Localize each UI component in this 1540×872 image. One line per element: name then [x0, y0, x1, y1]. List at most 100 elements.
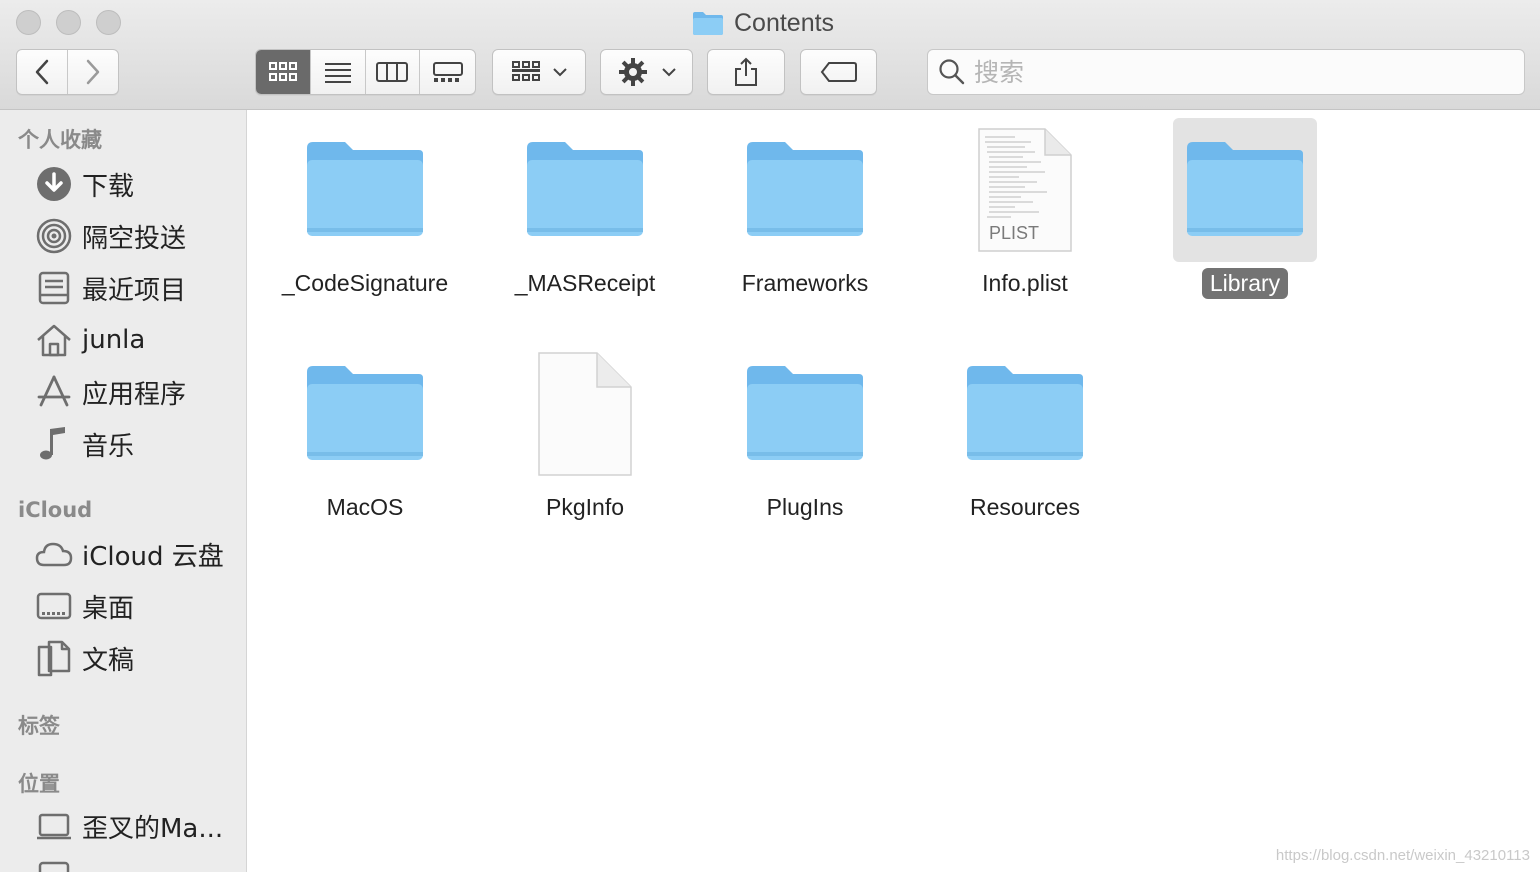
file-item[interactable]: Resources [915, 342, 1135, 523]
download-icon [34, 164, 74, 204]
file-item[interactable]: PkgInfo [475, 342, 695, 523]
sidebar-section-locations: 位置 [18, 772, 60, 796]
recents-icon [34, 268, 74, 308]
file-name: Info.plist [982, 270, 1068, 296]
tag-button-inner [801, 50, 876, 94]
file-item[interactable]: _MASReceipt [475, 118, 695, 299]
file-name: _MASReceipt [514, 270, 656, 296]
folder-icon [293, 342, 437, 486]
sidebar-section-icloud: iCloud [18, 498, 93, 522]
folder-icon [733, 118, 877, 262]
back-button[interactable] [17, 50, 68, 94]
sidebar-item-mac[interactable]: 歪叉的Ma... [34, 804, 223, 848]
gallery-view-button[interactable] [420, 50, 475, 94]
laptop-icon [34, 806, 74, 846]
plist-file-icon: PLIST [953, 118, 1097, 262]
columns-icon [376, 62, 409, 82]
file-name: Resources [970, 494, 1080, 520]
list-view-button[interactable] [311, 50, 366, 94]
sidebar-section-tags: 标签 [18, 714, 60, 738]
sidebar-item-applications[interactable]: 应用程序 [34, 370, 186, 414]
minimize-window-button[interactable] [56, 10, 81, 35]
sidebar-item-airdrop[interactable]: 隔空投送 [34, 214, 186, 258]
column-view-button[interactable] [366, 50, 421, 94]
grid-icon [268, 62, 297, 81]
chevron-left-icon [35, 59, 48, 85]
sidebar-item-desktop[interactable]: 桌面 [34, 584, 134, 628]
file-item[interactable]: PLIST Info.plist [915, 118, 1135, 299]
sidebar-item-label: 歪叉的Ma... [82, 813, 224, 844]
action-button-inner [601, 50, 692, 94]
sidebar-item-label: 隔空投送 [82, 223, 187, 254]
disk-icon [34, 856, 74, 872]
list-icon [324, 63, 351, 83]
file-item[interactable]: PlugIns [695, 342, 915, 523]
desktop-icon [34, 586, 74, 626]
share-icon [735, 57, 757, 86]
sidebar-item-label: 应用程序 [82, 379, 187, 410]
file-item[interactable]: Frameworks [695, 118, 915, 299]
folder-icon [953, 342, 1097, 486]
file-name: PlugIns [766, 494, 844, 520]
gallery-icon [432, 62, 463, 82]
toolbar: Contents [0, 0, 1540, 110]
arrange-menu-button[interactable] [492, 49, 586, 95]
music-icon [34, 424, 74, 464]
folder-icon [293, 118, 437, 262]
view-mode-buttons [255, 49, 476, 95]
home-icon [34, 320, 74, 360]
sidebar-item-downloads[interactable]: 下载 [34, 162, 134, 206]
document-icon [513, 342, 657, 486]
file-name: Library [1201, 268, 1289, 299]
sidebar-item-documents[interactable]: 文稿 [34, 636, 134, 680]
plist-badge: PLIST [989, 223, 1040, 243]
tag-icon [820, 62, 857, 82]
watermark: https://blog.csdn.net/weixin_43210113 [1275, 847, 1530, 864]
share-button[interactable] [707, 49, 785, 95]
folder-icon [693, 12, 723, 35]
file-browser: _CodeSignature _MASReceipt Frameworks PL… [248, 110, 1540, 872]
search-field[interactable] [927, 49, 1525, 95]
applications-icon [34, 372, 74, 412]
sidebar-item-label: 文稿 [82, 645, 135, 676]
sidebar-item-label: iCloud 云盘 [82, 541, 224, 572]
sidebar-item-home[interactable]: junla [34, 318, 145, 362]
forward-button[interactable] [68, 50, 119, 94]
file-name: Frameworks [741, 270, 869, 296]
sidebar-item-label: 音乐 [82, 431, 135, 462]
sidebar-item-music[interactable]: 音乐 [34, 422, 134, 466]
search-input[interactable] [974, 57, 1494, 87]
file-item[interactable]: MacOS [255, 342, 475, 523]
tag-button[interactable] [800, 49, 877, 95]
share-button-inner [708, 50, 784, 94]
navigation-buttons [16, 49, 119, 95]
arrange-button-inner [493, 50, 585, 94]
sidebar-section-favorites: 个人收藏 [18, 128, 102, 152]
sidebar-item-label: 下载 [82, 171, 135, 202]
file-item-selected[interactable]: Library [1135, 118, 1355, 299]
gear-icon [618, 58, 647, 86]
airdrop-icon [34, 216, 74, 256]
window-title-text: Contents [734, 8, 835, 37]
folder-icon [1173, 118, 1317, 262]
arrange-grid-icon [512, 61, 540, 81]
sidebar-item-partial[interactable] [34, 854, 74, 872]
search-icon [939, 59, 965, 85]
cloud-icon [34, 534, 74, 574]
file-name: MacOS [326, 494, 404, 520]
file-name: PkgInfo [546, 494, 624, 520]
folder-icon [513, 118, 657, 262]
chevron-down-icon [661, 68, 676, 77]
chevron-down-icon [553, 68, 567, 77]
close-window-button[interactable] [16, 10, 41, 35]
sidebar-item-label: 最近项目 [82, 275, 187, 306]
zoom-window-button[interactable] [96, 10, 121, 35]
icon-view-button[interactable] [256, 50, 311, 94]
sidebar: 个人收藏 下载 隔空投送 最近项目 junla 应用程序 音乐 iCloud i… [0, 110, 247, 872]
sidebar-item-label: 桌面 [82, 593, 135, 624]
file-item[interactable]: _CodeSignature [255, 118, 475, 299]
sidebar-item-icloud-drive[interactable]: iCloud 云盘 [34, 532, 224, 576]
sidebar-item-label: junla [82, 325, 146, 355]
sidebar-item-recents[interactable]: 最近项目 [34, 266, 186, 310]
action-menu-button[interactable] [600, 49, 693, 95]
